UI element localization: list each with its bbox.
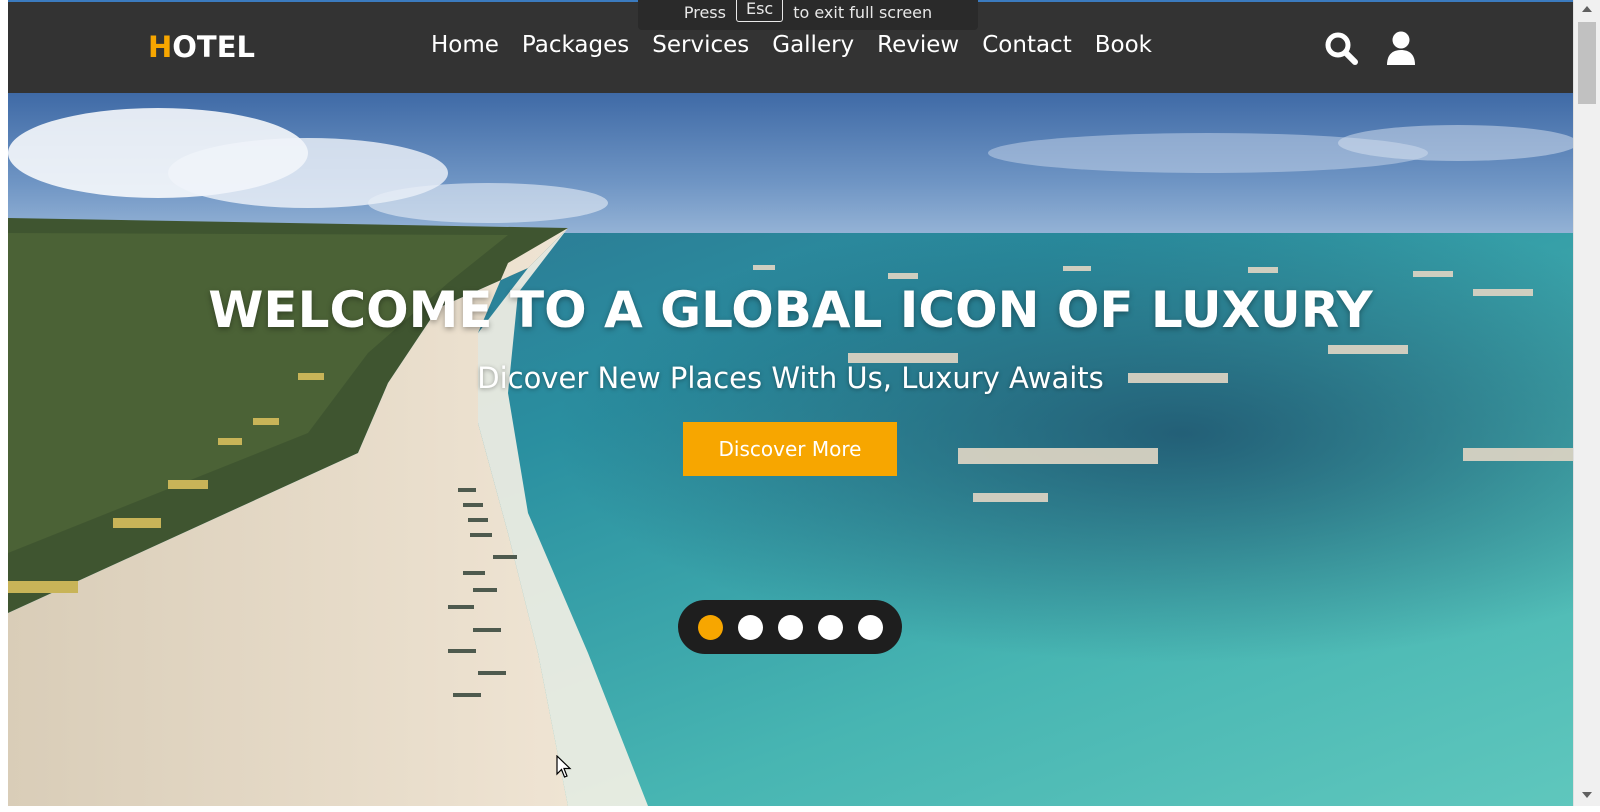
- scroll-down-arrow-icon[interactable]: [1582, 792, 1592, 798]
- fullscreen-notice-after: to exit full screen: [793, 3, 933, 22]
- fullscreen-notice: Press Esc to exit full screen: [638, 0, 978, 30]
- mouse-cursor-icon: [556, 755, 572, 778]
- scrollbar-thumb[interactable]: [1578, 22, 1596, 104]
- scroll-up-arrow-icon[interactable]: [1582, 6, 1592, 12]
- slider-dot-2[interactable]: [737, 614, 763, 640]
- search-icon[interactable]: [1323, 30, 1359, 66]
- nav-link-services[interactable]: Services: [652, 32, 749, 58]
- discover-more-button[interactable]: Discover More: [683, 422, 897, 476]
- fullscreen-notice-key: Esc: [735, 0, 784, 22]
- brand-logo-accent: H: [148, 30, 173, 64]
- brand-logo[interactable]: HOTEL: [148, 30, 255, 64]
- slider-dot-1[interactable]: [697, 614, 723, 640]
- page-scrollbar[interactable]: [1573, 0, 1600, 806]
- nav-link-contact[interactable]: Contact: [982, 32, 1071, 58]
- slider-pagination: [678, 600, 902, 654]
- slider-dot-4[interactable]: [817, 614, 843, 640]
- nav-link-review[interactable]: Review: [877, 32, 959, 58]
- nav-link-home[interactable]: Home: [431, 32, 499, 58]
- brand-logo-text: OTEL: [172, 30, 256, 64]
- hero-title: WELCOME TO A GLOBAL ICON OF LUXURY: [208, 281, 1373, 339]
- fullscreen-notice-before: Press: [683, 3, 726, 22]
- nav-icon-group: [1323, 30, 1419, 66]
- hero-subtitle: Dicover New Places With Us, Luxury Await…: [477, 361, 1104, 395]
- nav-link-book[interactable]: Book: [1095, 32, 1152, 58]
- nav-link-gallery[interactable]: Gallery: [772, 32, 854, 58]
- hero-section: WELCOME TO A GLOBAL ICON OF LUXURY Dicov…: [8, 93, 1573, 806]
- main-nav: Home Packages Services Gallery Review Co…: [431, 32, 1175, 58]
- user-icon[interactable]: [1383, 30, 1419, 66]
- nav-link-packages[interactable]: Packages: [522, 32, 629, 58]
- hero-content: WELCOME TO A GLOBAL ICON OF LUXURY Dicov…: [8, 93, 1573, 806]
- browser-viewport: HOTEL Home Packages Services Gallery Rev…: [8, 0, 1573, 806]
- slider-dot-3[interactable]: [777, 614, 803, 640]
- slider-dot-5[interactable]: [857, 614, 883, 640]
